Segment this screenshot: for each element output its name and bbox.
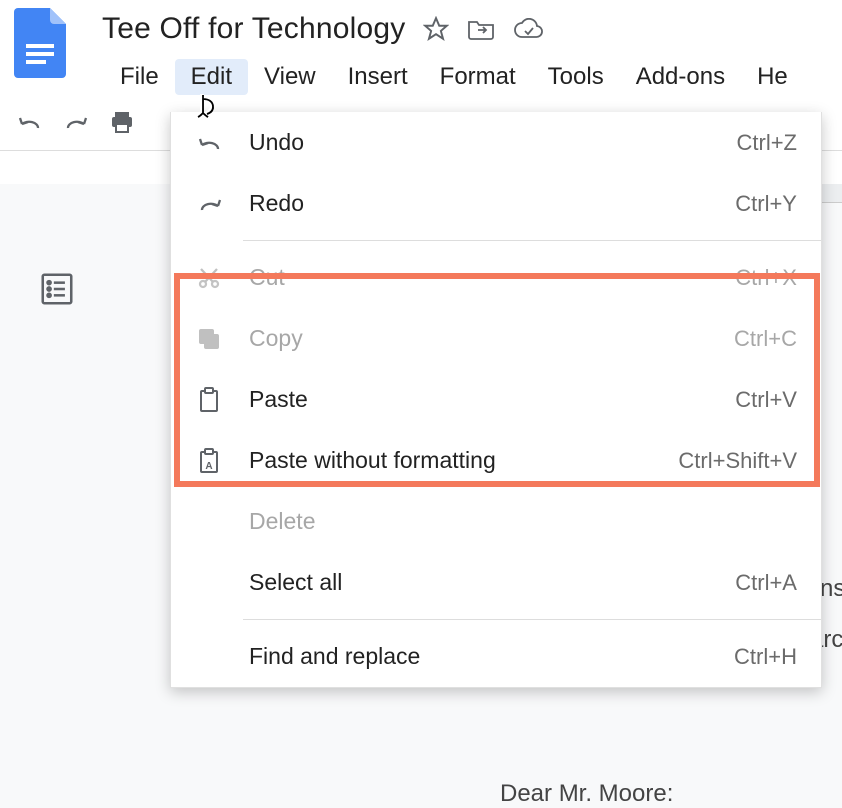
menu-shortcut: Ctrl+X (735, 265, 797, 291)
menu-shortcut: Ctrl+A (735, 570, 797, 596)
menu-shortcut: Ctrl+Z (737, 130, 798, 156)
menu-label: Undo (249, 129, 737, 156)
menu-separator (243, 240, 821, 241)
menu-item-delete: Delete (171, 491, 821, 552)
print-icon[interactable] (110, 111, 134, 138)
menu-label: Delete (249, 508, 797, 535)
body-text-fragment: Dear Mr. Moore: (500, 780, 842, 808)
menu-shortcut: Ctrl+H (734, 644, 797, 670)
menu-label: Find and replace (249, 643, 734, 670)
menu-label: Redo (249, 190, 735, 217)
menu-item-find-replace[interactable]: Find and replace Ctrl+H (171, 626, 821, 687)
menu-shortcut: Ctrl+Y (735, 191, 797, 217)
doc-title-row: Tee Off for Technology (102, 12, 842, 46)
menu-label: Paste (249, 386, 735, 413)
undo-icon (197, 133, 233, 153)
body-text-fragment: ns (820, 575, 842, 603)
menu-item-paste[interactable]: Paste Ctrl+V (171, 369, 821, 430)
menu-separator (243, 619, 821, 620)
undo-icon[interactable] (18, 112, 42, 137)
menu-label: Cut (249, 264, 735, 291)
menu-help[interactable]: He (741, 59, 804, 95)
menu-label: Copy (249, 325, 734, 352)
menu-shortcut: Ctrl+C (734, 326, 797, 352)
redo-icon (197, 194, 233, 214)
menubar: File Edit View Insert Format Tools Add-o… (104, 59, 842, 95)
menu-item-undo[interactable]: Undo Ctrl+Z (171, 112, 821, 173)
header: Tee Off for Technology File (0, 0, 842, 95)
doc-title[interactable]: Tee Off for Technology (102, 12, 405, 46)
menu-format[interactable]: Format (424, 59, 532, 95)
copy-icon (197, 327, 233, 351)
edit-dropdown: Undo Ctrl+Z Redo Ctrl+Y Cut Ctrl+X Copy … (170, 112, 822, 688)
svg-text:A: A (205, 461, 212, 472)
star-icon[interactable] (423, 16, 449, 42)
paste-plain-icon: A (197, 448, 233, 474)
redo-icon[interactable] (64, 112, 88, 137)
menu-addons[interactable]: Add-ons (620, 59, 741, 95)
menu-tools[interactable]: Tools (532, 59, 620, 95)
menu-file[interactable]: File (104, 59, 175, 95)
menu-item-select-all[interactable]: Select all Ctrl+A (171, 552, 821, 613)
menu-shortcut: Ctrl+V (735, 387, 797, 413)
docs-logo-icon[interactable] (14, 8, 66, 78)
paste-icon (197, 387, 233, 413)
menu-label: Paste without formatting (249, 447, 678, 474)
title-menu-area: Tee Off for Technology File (102, 10, 842, 95)
menu-shortcut: Ctrl+Shift+V (678, 448, 797, 474)
ruler-fragment (820, 184, 842, 203)
move-icon[interactable] (467, 17, 495, 41)
menu-item-paste-without-formatting[interactable]: A Paste without formatting Ctrl+Shift+V (171, 430, 821, 491)
menu-label: Select all (249, 569, 735, 596)
menu-item-copy[interactable]: Copy Ctrl+C (171, 308, 821, 369)
cut-icon (197, 266, 233, 290)
menu-item-cut[interactable]: Cut Ctrl+X (171, 247, 821, 308)
menu-view[interactable]: View (248, 59, 332, 95)
cloud-icon[interactable] (513, 18, 543, 40)
menu-item-redo[interactable]: Redo Ctrl+Y (171, 173, 821, 234)
menu-insert[interactable]: Insert (332, 59, 424, 95)
document-outline-icon[interactable] (38, 270, 76, 313)
menu-edit[interactable]: Edit (175, 59, 248, 95)
